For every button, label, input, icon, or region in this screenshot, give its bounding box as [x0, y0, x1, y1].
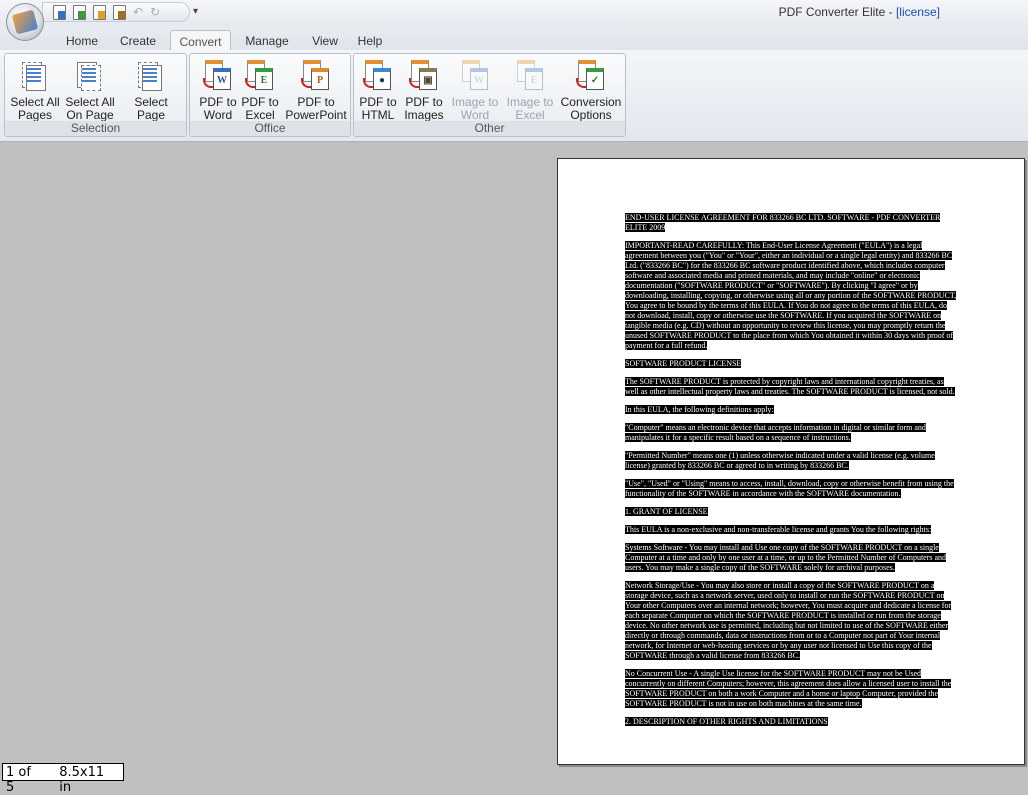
- paragraph-text: END-USER LICENSE AGREEMENT FOR 833266 BC…: [625, 213, 941, 232]
- paragraph-text: 2. DESCRIPTION OF OTHER RIGHTS AND LIMIT…: [625, 717, 828, 726]
- document-paragraph: IMPORTANT-READ CAREFULLY: This End-User …: [625, 241, 957, 351]
- application-menu-button[interactable]: [6, 3, 44, 41]
- pdf-to-images-icon: ▣: [409, 60, 439, 92]
- image-to-word-icon: W: [460, 60, 490, 92]
- quick-access-toolbar: ↶ ↻: [42, 2, 190, 22]
- app-logo-icon: [11, 9, 39, 35]
- group-selection: Select All Pages Select All On Page Sele…: [4, 53, 187, 137]
- paragraph-text: SOFTWARE PRODUCT LICENSE: [625, 359, 742, 368]
- paragraph-text: IMPORTANT-READ CAREFULLY: This End-User …: [625, 241, 957, 350]
- paragraph-text: No Concurrent Use - A single Use license…: [625, 669, 952, 708]
- tab-manage[interactable]: Manage: [242, 30, 292, 50]
- tab-home[interactable]: Home: [62, 30, 102, 50]
- document-paragraph: "Use", "Used" or "Using" means to access…: [625, 479, 957, 499]
- pdf-to-images-button[interactable]: ▣ PDF to Images: [396, 58, 452, 122]
- paragraph-text: "Use", "Used" or "Using" means to access…: [625, 479, 954, 498]
- select-all-pages-button[interactable]: Select All Pages: [7, 58, 63, 122]
- select-all-on-page-button[interactable]: Select All On Page: [62, 58, 118, 122]
- select-all-on-page-icon: [75, 60, 105, 92]
- tab-help[interactable]: Help: [354, 30, 386, 50]
- tab-create[interactable]: Create: [114, 30, 162, 50]
- group-label: Office: [190, 121, 350, 136]
- group-label: Selection: [5, 121, 186, 136]
- image-to-excel-button[interactable]: E Image to Excel: [502, 58, 558, 122]
- customize-toolbar-dropdown[interactable]: ▾: [193, 6, 198, 17]
- document-paragraph: In this EULA, the following definitions …: [625, 405, 957, 415]
- image-to-word-button[interactable]: W Image to Word: [447, 58, 503, 122]
- license-link[interactable]: [license]: [896, 5, 940, 19]
- undo-icon[interactable]: ↶: [133, 5, 143, 19]
- pdf-to-excel-button[interactable]: E PDF to Excel: [232, 58, 288, 122]
- pdf-to-excel-icon: E: [245, 60, 275, 92]
- image-to-excel-icon: E: [515, 60, 545, 92]
- paragraph-text: This EULA is a non-exclusive and non-tra…: [625, 525, 932, 534]
- pdf-settings-icon[interactable]: [93, 4, 106, 20]
- group-other: ● PDF to HTML ▣ PDF to Images W Image to Wo…: [353, 53, 626, 137]
- document-paragraph: SOFTWARE PRODUCT LICENSE: [625, 359, 957, 369]
- document-paragraph: No Concurrent Use - A single Use license…: [625, 669, 957, 709]
- document-paragraph: Network Storage/Use - You may also store…: [625, 581, 957, 661]
- document-paragraph: This EULA is a non-exclusive and non-tra…: [625, 525, 957, 535]
- pdf-lock-icon[interactable]: [113, 4, 126, 20]
- conversion-options-icon: ✓: [576, 60, 606, 92]
- select-all-pages-icon: [20, 60, 50, 92]
- paragraph-text: Systems Software - You may install and U…: [625, 543, 947, 572]
- paragraph-text: Network Storage/Use - You may also store…: [625, 581, 952, 660]
- select-page-range-button[interactable]: Select Page Range: [119, 58, 183, 135]
- paragraph-text: "Computer" means an electronic device th…: [625, 423, 926, 442]
- select-page-range-icon: [136, 60, 166, 92]
- paragraph-text: The SOFTWARE PRODUCT is protected by cop…: [625, 377, 955, 396]
- tab-view[interactable]: View: [308, 30, 342, 50]
- redo-icon[interactable]: ↻: [150, 5, 160, 19]
- paragraph-text: In this EULA, the following definitions …: [625, 405, 774, 414]
- document-text: END-USER LICENSE AGREEMENT FOR 833266 BC…: [625, 213, 957, 735]
- document-paragraph: END-USER LICENSE AGREEMENT FOR 833266 BC…: [625, 213, 957, 233]
- ribbon: Select All Pages Select All On Page Sele…: [0, 50, 1028, 142]
- pdf-to-word-icon[interactable]: [53, 4, 66, 20]
- pdf-to-powerpoint-button[interactable]: P PDF to PowerPoint: [284, 58, 348, 122]
- ribbon-tabs: Home Create Convert Manage View Help: [0, 26, 1028, 50]
- document-paragraph: 2. DESCRIPTION OF OTHER RIGHTS AND LIMIT…: [625, 717, 957, 727]
- group-label: Other: [354, 121, 625, 136]
- status-bar: 1 of 5 8.5x11 in: [2, 763, 124, 795]
- tab-convert[interactable]: Convert: [170, 30, 231, 50]
- page-size: 8.5x11 in: [59, 765, 105, 795]
- page-indicator: 1 of 5: [6, 765, 31, 795]
- pdf-to-html-icon: ●: [363, 60, 393, 92]
- document-paragraph: 1. GRANT OF LICENSE: [625, 507, 957, 517]
- document-paragraph: "Permitted Number" means one (1) unless …: [625, 451, 957, 471]
- document-paragraph: "Computer" means an electronic device th…: [625, 423, 957, 443]
- paragraph-text: "Permitted Number" means one (1) unless …: [625, 451, 935, 470]
- pdf-to-word-icon: W: [203, 60, 233, 92]
- document-paragraph: Systems Software - You may install and U…: [625, 543, 957, 573]
- pdf-to-powerpoint-icon: P: [301, 60, 331, 92]
- group-office: W PDF to Word E PDF to Excel P PDF to Power…: [189, 53, 351, 137]
- paragraph-text: 1. GRANT OF LICENSE: [625, 507, 708, 516]
- document-paragraph: The SOFTWARE PRODUCT is protected by cop…: [625, 377, 957, 397]
- pdf-to-excel-icon[interactable]: [73, 4, 86, 20]
- conversion-options-button[interactable]: ✓ Conversion Options: [559, 58, 623, 122]
